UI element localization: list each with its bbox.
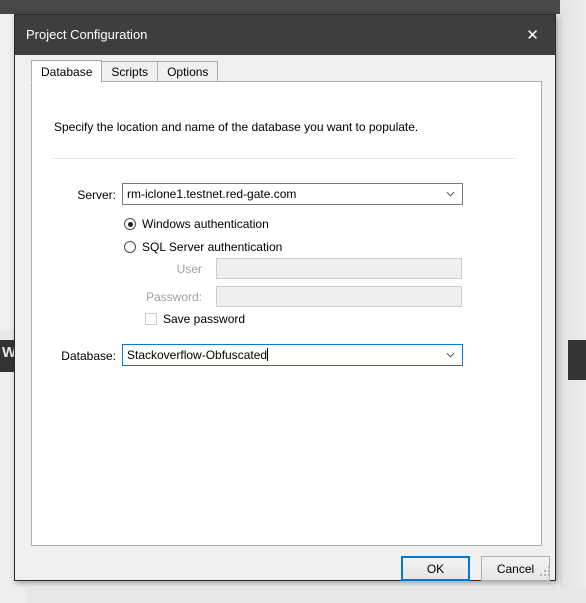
tab-database[interactable]: Database	[31, 60, 103, 83]
radio-sql-indicator	[124, 241, 136, 253]
password-field	[216, 286, 462, 307]
radio-windows-label: Windows authentication	[142, 217, 269, 231]
chevron-down-icon	[446, 191, 455, 197]
save-password-indicator	[145, 313, 157, 325]
chevron-down-icon	[446, 352, 455, 358]
ok-button[interactable]: OK	[401, 556, 470, 581]
desktop-background-top	[0, 0, 586, 14]
server-combobox[interactable]: rm-iclone1.testnet.red-gate.com	[122, 183, 463, 205]
project-configuration-dialog: Project Configuration ✕ Database Scripts…	[14, 14, 556, 581]
background-window-right[interactable]	[568, 340, 586, 380]
close-icon[interactable]: ✕	[510, 15, 555, 55]
save-password-label: Save password	[163, 312, 246, 326]
password-label: Password:	[145, 290, 202, 304]
dialog-title: Project Configuration	[26, 27, 148, 42]
database-combobox[interactable]: Stackoverflow-Obfuscated	[122, 344, 463, 366]
database-value: Stackoverflow-Obfuscated	[127, 348, 268, 362]
user-label: User	[176, 262, 202, 276]
desktop-background-bottom	[0, 588, 586, 603]
tab-strip: Database Scripts Options	[31, 60, 219, 83]
desktop-background-right	[560, 0, 586, 603]
database-label: Database:	[61, 349, 116, 363]
panel-divider	[52, 158, 515, 159]
tab-scripts-label: Scripts	[111, 65, 149, 79]
ok-button-label: OK	[426, 561, 445, 576]
cancel-button-label: Cancel	[496, 561, 535, 576]
screen: W Project Configuration ✕ Database Scrip…	[0, 0, 586, 603]
dialog-titlebar[interactable]: Project Configuration ✕	[15, 15, 555, 55]
tab-database-label: Database	[41, 65, 93, 79]
server-value: rm-iclone1.testnet.red-gate.com	[127, 187, 297, 201]
database-tab-panel: Specify the location and name of the dat…	[31, 81, 542, 546]
text-caret	[267, 348, 269, 361]
radio-sql-server-authentication[interactable]: SQL Server authentication	[124, 240, 282, 254]
save-password-checkbox[interactable]: Save password	[145, 312, 245, 326]
radio-windows-authentication[interactable]: Windows authentication	[124, 217, 269, 231]
radio-sql-label: SQL Server authentication	[142, 240, 283, 254]
tab-options[interactable]: Options	[157, 61, 219, 82]
panel-description: Specify the location and name of the dat…	[54, 120, 419, 134]
radio-windows-indicator	[124, 218, 136, 230]
server-label: Server:	[77, 188, 116, 202]
tab-scripts[interactable]: Scripts	[101, 61, 159, 82]
resize-grip[interactable]	[540, 566, 552, 578]
user-field	[216, 258, 462, 279]
tab-options-label: Options	[167, 65, 209, 79]
